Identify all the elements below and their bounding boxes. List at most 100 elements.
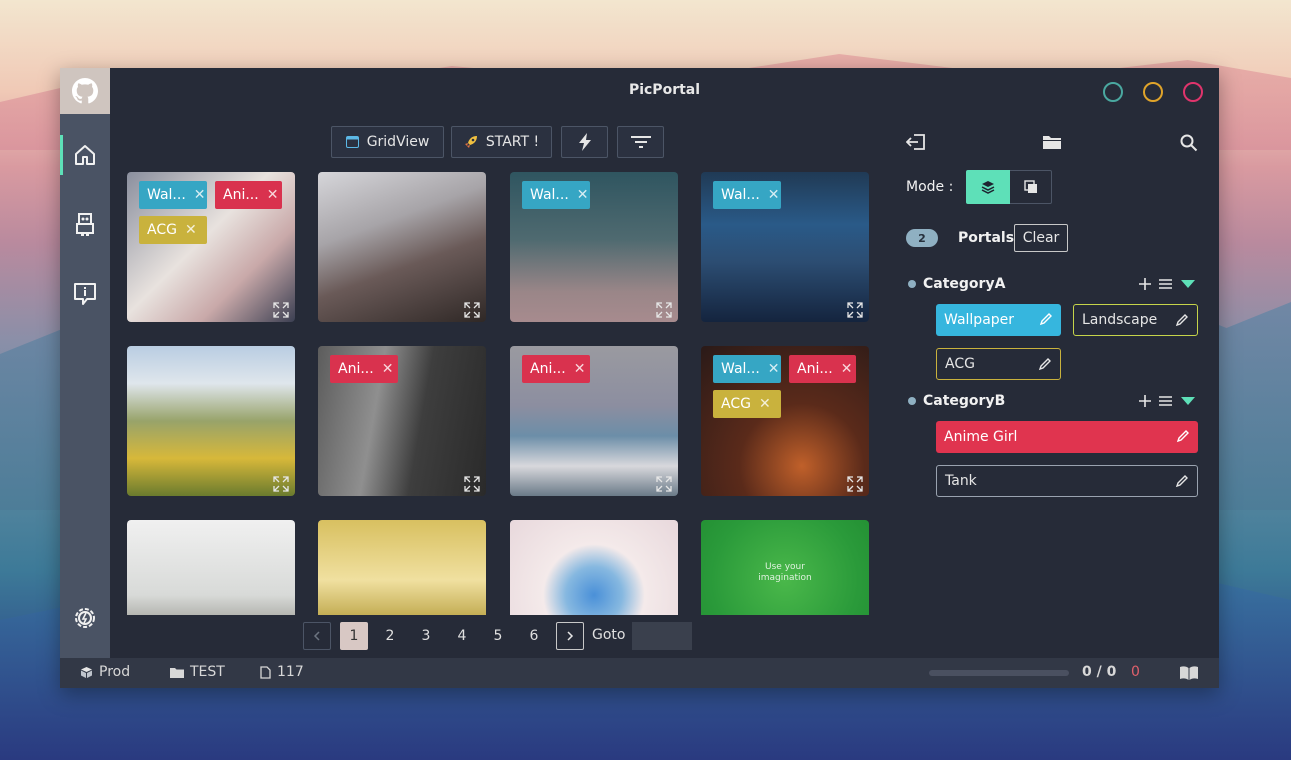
image-card[interactable]: Ani... ✕ <box>318 346 486 496</box>
tag-label: Ani... <box>338 361 374 377</box>
portal-chip[interactable]: Landscape <box>1073 304 1198 336</box>
goto-label: Goto <box>592 627 626 643</box>
image-card[interactable]: Wal... ✕ Ani... ✕ ACG ✕ <box>701 346 869 496</box>
minimize-button[interactable] <box>1103 82 1123 102</box>
image-card[interactable]: Wal... ✕ Ani... ✕ ACG ✕ <box>127 172 295 322</box>
portal-chip-label: Anime Girl <box>944 429 1018 445</box>
next-page-button[interactable] <box>556 622 584 650</box>
image-card[interactable] <box>318 520 486 615</box>
tag-chip[interactable]: Wal... ✕ <box>522 181 590 209</box>
progress-text: 0 / 0 <box>1082 664 1117 680</box>
filter-button[interactable] <box>617 126 664 158</box>
caret-down-icon[interactable] <box>1181 280 1195 288</box>
tag-chip[interactable]: Wal... ✕ <box>713 181 781 209</box>
folder-icon[interactable] <box>1042 134 1062 150</box>
caret-down-icon[interactable] <box>1181 397 1195 405</box>
portal-chip[interactable]: ACG <box>936 348 1061 380</box>
layers-icon <box>981 181 995 194</box>
mode-stack-button[interactable] <box>966 170 1010 204</box>
edit-icon[interactable] <box>1039 312 1053 326</box>
add-icon[interactable] <box>1138 394 1152 408</box>
add-icon[interactable] <box>1138 277 1152 291</box>
image-card[interactable] <box>127 520 295 615</box>
tag-chip[interactable]: ACG ✕ <box>139 216 207 244</box>
clear-button[interactable]: Clear <box>1014 224 1068 252</box>
sidebar-item-home[interactable] <box>60 135 110 175</box>
gridview-label: GridView <box>366 134 430 150</box>
image-card[interactable]: Wal... ✕ <box>510 172 678 322</box>
quick-action-button[interactable] <box>561 126 608 158</box>
expand-icon[interactable] <box>273 302 289 318</box>
image-card[interactable] <box>510 520 678 615</box>
maximize-button[interactable] <box>1143 82 1163 102</box>
page-button-current[interactable]: 1 <box>340 622 368 650</box>
page-button[interactable]: 2 <box>376 622 404 650</box>
goto-input[interactable] <box>632 622 692 650</box>
remove-tag-icon[interactable]: ✕ <box>759 396 771 412</box>
sidebar-item-settings[interactable] <box>60 598 110 638</box>
menu-icon[interactable] <box>1159 278 1172 290</box>
image-card[interactable]: Wal... ✕ <box>701 172 869 322</box>
tag-chip[interactable]: Wal... ✕ <box>713 355 781 383</box>
env-indicator[interactable]: Prod <box>80 664 130 680</box>
logout-icon[interactable] <box>906 134 926 150</box>
tag-chip[interactable]: Wal... ✕ <box>139 181 207 209</box>
expand-icon[interactable] <box>847 476 863 492</box>
tag-label: Wal... <box>530 187 569 203</box>
expand-icon[interactable] <box>656 302 672 318</box>
portal-chip[interactable]: Anime Girl <box>936 421 1198 453</box>
tag-label: Ani... <box>797 361 833 377</box>
menu-icon[interactable] <box>1159 395 1172 407</box>
cube-icon <box>81 666 92 678</box>
remove-tag-icon[interactable]: ✕ <box>267 187 279 203</box>
expand-icon[interactable] <box>464 302 480 318</box>
book-icon[interactable] <box>1179 665 1199 681</box>
image-card[interactable]: Use your imagination <box>701 520 869 615</box>
expand-icon[interactable] <box>273 476 289 492</box>
tag-chip[interactable]: ACG ✕ <box>713 390 781 418</box>
edit-icon[interactable] <box>1175 474 1189 488</box>
rocket-icon <box>464 136 477 148</box>
image-card[interactable] <box>127 346 295 496</box>
tag-chip[interactable]: Ani... ✕ <box>789 355 856 383</box>
tag-chip[interactable]: Ani... ✕ <box>522 355 590 383</box>
remove-tag-icon[interactable]: ✕ <box>841 361 853 377</box>
remove-tag-icon[interactable]: ✕ <box>382 361 394 377</box>
remove-tag-icon[interactable]: ✕ <box>577 187 589 203</box>
portal-chip[interactable]: Tank <box>936 465 1198 497</box>
tag-label: Wal... <box>721 187 760 203</box>
edit-icon[interactable] <box>1176 429 1190 443</box>
page-button[interactable]: 4 <box>448 622 476 650</box>
remove-tag-icon[interactable]: ✕ <box>768 361 780 377</box>
prev-page-button[interactable] <box>303 622 331 650</box>
github-icon <box>72 78 98 104</box>
portal-chip[interactable]: Wallpaper <box>936 304 1061 336</box>
image-card[interactable]: Ani... ✕ <box>510 346 678 496</box>
github-button[interactable] <box>60 68 110 114</box>
expand-icon[interactable] <box>847 302 863 318</box>
tag-chip[interactable]: Ani... ✕ <box>330 355 398 383</box>
gridview-button[interactable]: GridView <box>331 126 444 158</box>
chevron-right-icon <box>567 631 574 641</box>
image-card[interactable] <box>318 172 486 322</box>
sidebar-item-robot[interactable] <box>60 204 110 244</box>
expand-icon[interactable] <box>464 476 480 492</box>
edit-icon[interactable] <box>1038 357 1052 371</box>
remove-tag-icon[interactable]: ✕ <box>194 187 206 203</box>
page-button[interactable]: 5 <box>484 622 512 650</box>
start-button[interactable]: START ! <box>451 126 552 158</box>
remove-tag-icon[interactable]: ✕ <box>768 187 780 203</box>
page-button[interactable]: 6 <box>520 622 548 650</box>
expand-icon[interactable] <box>656 476 672 492</box>
edit-icon[interactable] <box>1175 313 1189 327</box>
remove-tag-icon[interactable]: ✕ <box>574 361 586 377</box>
window-icon <box>345 136 359 148</box>
sidebar-item-feedback[interactable] <box>60 274 110 314</box>
tag-chip[interactable]: Ani... ✕ <box>215 181 282 209</box>
search-icon[interactable] <box>1180 134 1198 152</box>
mode-copy-button[interactable] <box>1010 170 1052 204</box>
remove-tag-icon[interactable]: ✕ <box>185 222 197 238</box>
page-button[interactable]: 3 <box>412 622 440 650</box>
folder-indicator[interactable]: TEST <box>170 664 225 680</box>
close-button[interactable] <box>1183 82 1203 102</box>
